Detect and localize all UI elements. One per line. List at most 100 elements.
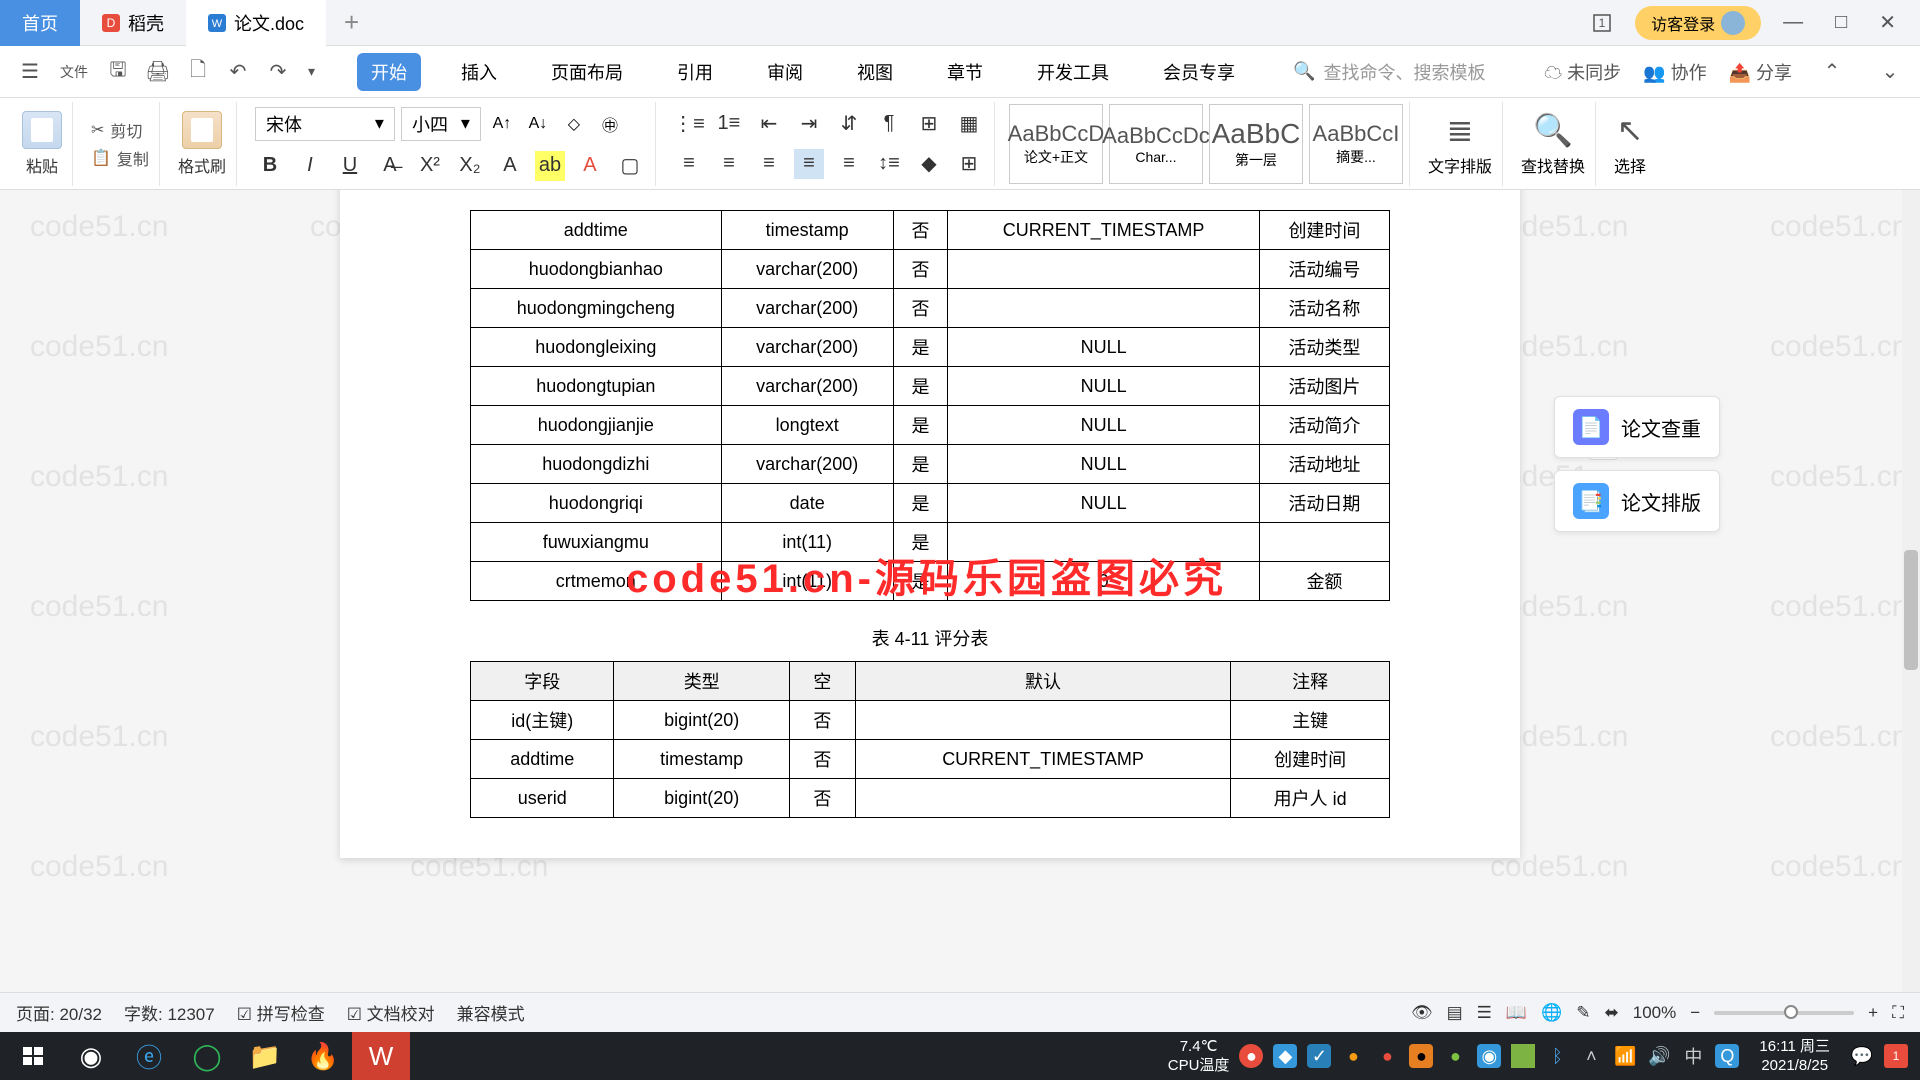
- tab-vip[interactable]: 会员专享: [1149, 53, 1249, 91]
- outline-view-icon[interactable]: ☰: [1477, 1003, 1492, 1023]
- table-cell[interactable]: NULL: [948, 445, 1260, 484]
- tab-devtools[interactable]: 开发工具: [1023, 53, 1123, 91]
- style-item[interactable]: AaBbC第一层: [1209, 104, 1303, 184]
- select-button[interactable]: ↖选择: [1614, 111, 1646, 177]
- table-cell[interactable]: 否: [893, 211, 948, 250]
- table-cell[interactable]: 主键: [1231, 701, 1390, 740]
- table-cell[interactable]: varchar(200): [721, 289, 893, 328]
- undo-icon[interactable]: ↶: [220, 54, 256, 90]
- table-cell[interactable]: huodongmingcheng: [471, 289, 722, 328]
- table-cell[interactable]: NULL: [948, 328, 1260, 367]
- paper-layout-button[interactable]: 📑 论文排版: [1554, 470, 1720, 532]
- table-cell[interactable]: huodongdizhi: [471, 445, 722, 484]
- table-cell[interactable]: [855, 779, 1231, 818]
- numbering-icon[interactable]: 1≡: [714, 109, 744, 139]
- print-icon[interactable]: 🖨: [140, 54, 176, 90]
- command-search[interactable]: 🔍 查找命令、搜索模板: [1293, 59, 1485, 85]
- table-row[interactable]: huodongleixingvarchar(200)是NULL活动类型: [471, 328, 1390, 367]
- db-table-1[interactable]: addtimetimestamp否CURRENT_TIMESTAMP创建时间hu…: [470, 210, 1390, 601]
- notifications-icon[interactable]: 💬: [1850, 1044, 1874, 1068]
- align-right-icon[interactable]: ≡: [754, 149, 784, 179]
- tab-list-icon[interactable]: 1: [1581, 8, 1623, 38]
- table-cell[interactable]: 金额: [1259, 562, 1389, 601]
- table-icon[interactable]: ⊞: [954, 149, 984, 179]
- sort-icon[interactable]: ⇵: [834, 109, 864, 139]
- bluetooth-icon[interactable]: ᛒ: [1545, 1044, 1569, 1068]
- close-button[interactable]: ✕: [1869, 6, 1906, 39]
- style-item[interactable]: AaBbCcDcChar...: [1109, 104, 1203, 184]
- table-cell[interactable]: addtime: [471, 740, 614, 779]
- superscript-icon[interactable]: X²: [415, 151, 445, 181]
- strike-icon[interactable]: A̶: [375, 151, 405, 181]
- table-cell[interactable]: 活动名称: [1259, 289, 1389, 328]
- table-cell[interactable]: 否: [789, 701, 855, 740]
- maximize-button[interactable]: □: [1825, 7, 1857, 38]
- word-count[interactable]: 字数: 12307: [124, 1000, 215, 1025]
- font-color-icon[interactable]: A: [575, 151, 605, 181]
- hamburger-icon[interactable]: ☰: [12, 54, 48, 90]
- table-cell[interactable]: varchar(200): [721, 250, 893, 289]
- tray-icon[interactable]: ●: [1239, 1044, 1263, 1068]
- new-tab-button[interactable]: +: [326, 7, 377, 38]
- paste-icon[interactable]: [22, 111, 62, 149]
- table-cell[interactable]: 是: [893, 445, 948, 484]
- eye-icon[interactable]: 👁: [1411, 1003, 1433, 1023]
- zoom-level[interactable]: 100%: [1633, 1003, 1676, 1023]
- borders-icon[interactable]: ▦: [954, 109, 984, 139]
- table-cell[interactable]: 是: [893, 367, 948, 406]
- text-effects-icon[interactable]: A: [495, 151, 525, 181]
- highlight-icon[interactable]: ab: [535, 151, 565, 181]
- print-preview-icon[interactable]: 🗋: [180, 54, 216, 90]
- tab-view[interactable]: 视图: [843, 53, 907, 91]
- zoom-in-icon[interactable]: +: [1868, 1003, 1878, 1023]
- table-cell[interactable]: huodongriqi: [471, 484, 722, 523]
- tab-review[interactable]: 审阅: [753, 53, 817, 91]
- table-cell[interactable]: longtext: [721, 406, 893, 445]
- edit-icon[interactable]: ✎: [1576, 1003, 1590, 1023]
- shading-icon[interactable]: ◆: [914, 149, 944, 179]
- save-icon[interactable]: 🖫: [100, 54, 136, 90]
- table-cell[interactable]: [948, 250, 1260, 289]
- tab-insert[interactable]: 插入: [447, 53, 511, 91]
- collab-button[interactable]: 👥 协作: [1643, 59, 1706, 85]
- style-item[interactable]: AaBbCcD论文+正文: [1009, 104, 1103, 184]
- scroll-thumb[interactable]: [1904, 550, 1918, 670]
- table-cell[interactable]: varchar(200): [721, 445, 893, 484]
- line-spacing-icon[interactable]: ↕≡: [874, 149, 904, 179]
- table-cell[interactable]: 否: [893, 250, 948, 289]
- grow-font-icon[interactable]: A↑: [487, 109, 517, 139]
- minimize-button[interactable]: —: [1773, 7, 1813, 38]
- table-cell[interactable]: CURRENT_TIMESTAMP: [948, 211, 1260, 250]
- style-item[interactable]: AaBbCcI摘要...: [1309, 104, 1403, 184]
- table-cell[interactable]: 创建时间: [1259, 211, 1389, 250]
- table-row[interactable]: id(主键)bigint(20)否主键: [471, 701, 1390, 740]
- phonetic-icon[interactable]: ㊥: [595, 109, 625, 139]
- text-layout-button[interactable]: ≣文字排版: [1428, 111, 1492, 177]
- chevron-up-icon[interactable]: ˄: [1579, 1044, 1603, 1068]
- align-center-icon[interactable]: ≡: [714, 149, 744, 179]
- login-button[interactable]: 访客登录: [1635, 6, 1761, 40]
- table-cell[interactable]: NULL: [948, 484, 1260, 523]
- tray-icon[interactable]: ●: [1443, 1044, 1467, 1068]
- bullets-icon[interactable]: ⋮≡: [674, 109, 704, 139]
- tab-references[interactable]: 引用: [663, 53, 727, 91]
- table-cell[interactable]: 活动地址: [1259, 445, 1389, 484]
- table-cell[interactable]: 活动类型: [1259, 328, 1389, 367]
- table-cell[interactable]: bigint(20): [614, 701, 789, 740]
- tray-icon[interactable]: ◉: [1477, 1044, 1501, 1068]
- table-cell[interactable]: 是: [893, 328, 948, 367]
- table-cell[interactable]: CURRENT_TIMESTAMP: [855, 740, 1231, 779]
- table-row[interactable]: addtimetimestamp否CURRENT_TIMESTAMP创建时间: [471, 211, 1390, 250]
- find-replace-button[interactable]: 🔍查找替换: [1521, 111, 1585, 177]
- table-row[interactable]: huodongjianjielongtext是NULL活动简介: [471, 406, 1390, 445]
- table-cell[interactable]: 活动编号: [1259, 250, 1389, 289]
- shrink-font-icon[interactable]: A↓: [523, 109, 553, 139]
- underline-icon[interactable]: U: [335, 151, 365, 181]
- tab-docer[interactable]: D 稻壳: [80, 0, 186, 46]
- collapse-ribbon-icon[interactable]: ⌃: [1814, 54, 1850, 90]
- web-view-icon[interactable]: 🌐: [1541, 1003, 1562, 1023]
- table-cell[interactable]: 创建时间: [1231, 740, 1390, 779]
- tray-icon[interactable]: Q: [1715, 1044, 1739, 1068]
- zoom-slider[interactable]: [1714, 1011, 1854, 1015]
- table-cell[interactable]: huodongtupian: [471, 367, 722, 406]
